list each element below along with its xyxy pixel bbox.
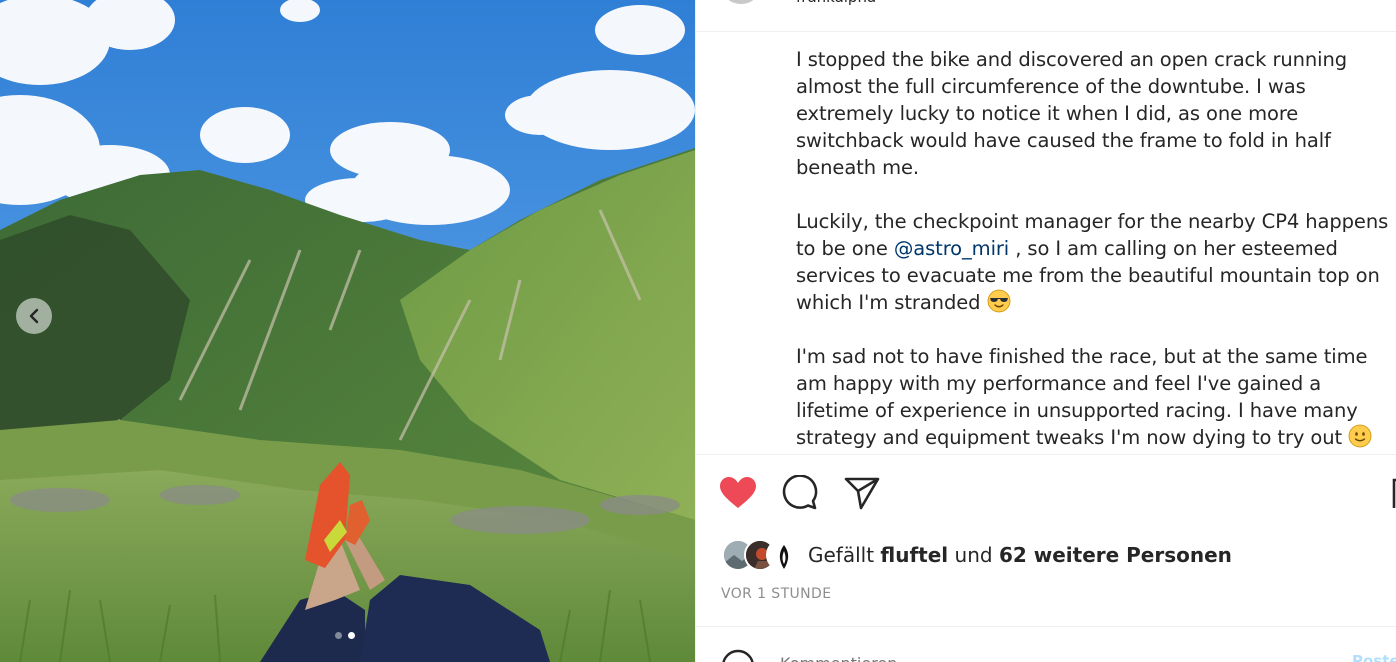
post-header: frankalpha (696, 0, 1396, 32)
post-details-panel: frankalpha I stopped the bike and discov… (695, 0, 1396, 662)
caption-text: I'm sad not to have finished the race, b… (796, 345, 1368, 449)
mountain-photo (0, 0, 695, 662)
author-username[interactable]: frankalpha (796, 0, 876, 6)
carousel-indicator (335, 632, 355, 639)
share-button[interactable] (842, 474, 882, 512)
chevron-left-icon (29, 308, 39, 324)
post-comment-button[interactable]: Posten (1352, 652, 1396, 662)
carousel-dot-active (348, 632, 355, 639)
bookmark-icon (1392, 478, 1396, 508)
liker-avatar[interactable] (766, 539, 798, 571)
comment-button[interactable] (780, 474, 820, 512)
post-actions (718, 474, 882, 512)
divider (696, 454, 1396, 455)
divider (696, 626, 1396, 627)
post-media[interactable] (0, 0, 695, 662)
liker-username-link[interactable]: fluftel (880, 543, 948, 567)
like-button[interactable] (718, 474, 758, 512)
likes-text: Gefällt fluftel und 62 weitere Personen (808, 543, 1232, 567)
likes-prefix: Gefällt (808, 543, 881, 567)
liker-avatars[interactable] (722, 538, 802, 572)
likes-connector: und (948, 543, 999, 567)
paper-plane-icon (844, 477, 880, 510)
avatar-image (768, 541, 796, 569)
post-timestamp[interactable]: VOR 1 STUNDE (721, 586, 831, 602)
mention-link[interactable]: @astro_miri (894, 237, 1009, 260)
caption-paragraph-2: Luckily, the checkpoint manager for the … (796, 208, 1396, 316)
likes-summary: Gefällt fluftel und 62 weitere Personen (722, 538, 1232, 572)
caption-text: I stopped the bike and discovered an ope… (796, 48, 1348, 179)
caption-paragraph-3: I'm sad not to have finished the race, b… (796, 343, 1396, 451)
post-caption: I stopped the bike and discovered an ope… (796, 46, 1396, 451)
caption-paragraph-1: I stopped the bike and discovered an ope… (796, 46, 1396, 181)
speech-bubble-icon (782, 475, 818, 510)
slightly-smiling-face-emoji (1348, 424, 1372, 448)
likes-count-link[interactable]: 62 weitere Personen (999, 543, 1232, 567)
heart-icon (720, 477, 756, 508)
carousel-dot (335, 632, 342, 639)
emoji-picker-icon[interactable] (720, 648, 756, 662)
sunglasses-face-emoji (987, 289, 1010, 313)
save-button[interactable] (1392, 478, 1396, 510)
author-avatar[interactable] (724, 0, 758, 4)
comment-input[interactable] (780, 648, 1340, 662)
carousel-prev-button[interactable] (16, 298, 52, 334)
